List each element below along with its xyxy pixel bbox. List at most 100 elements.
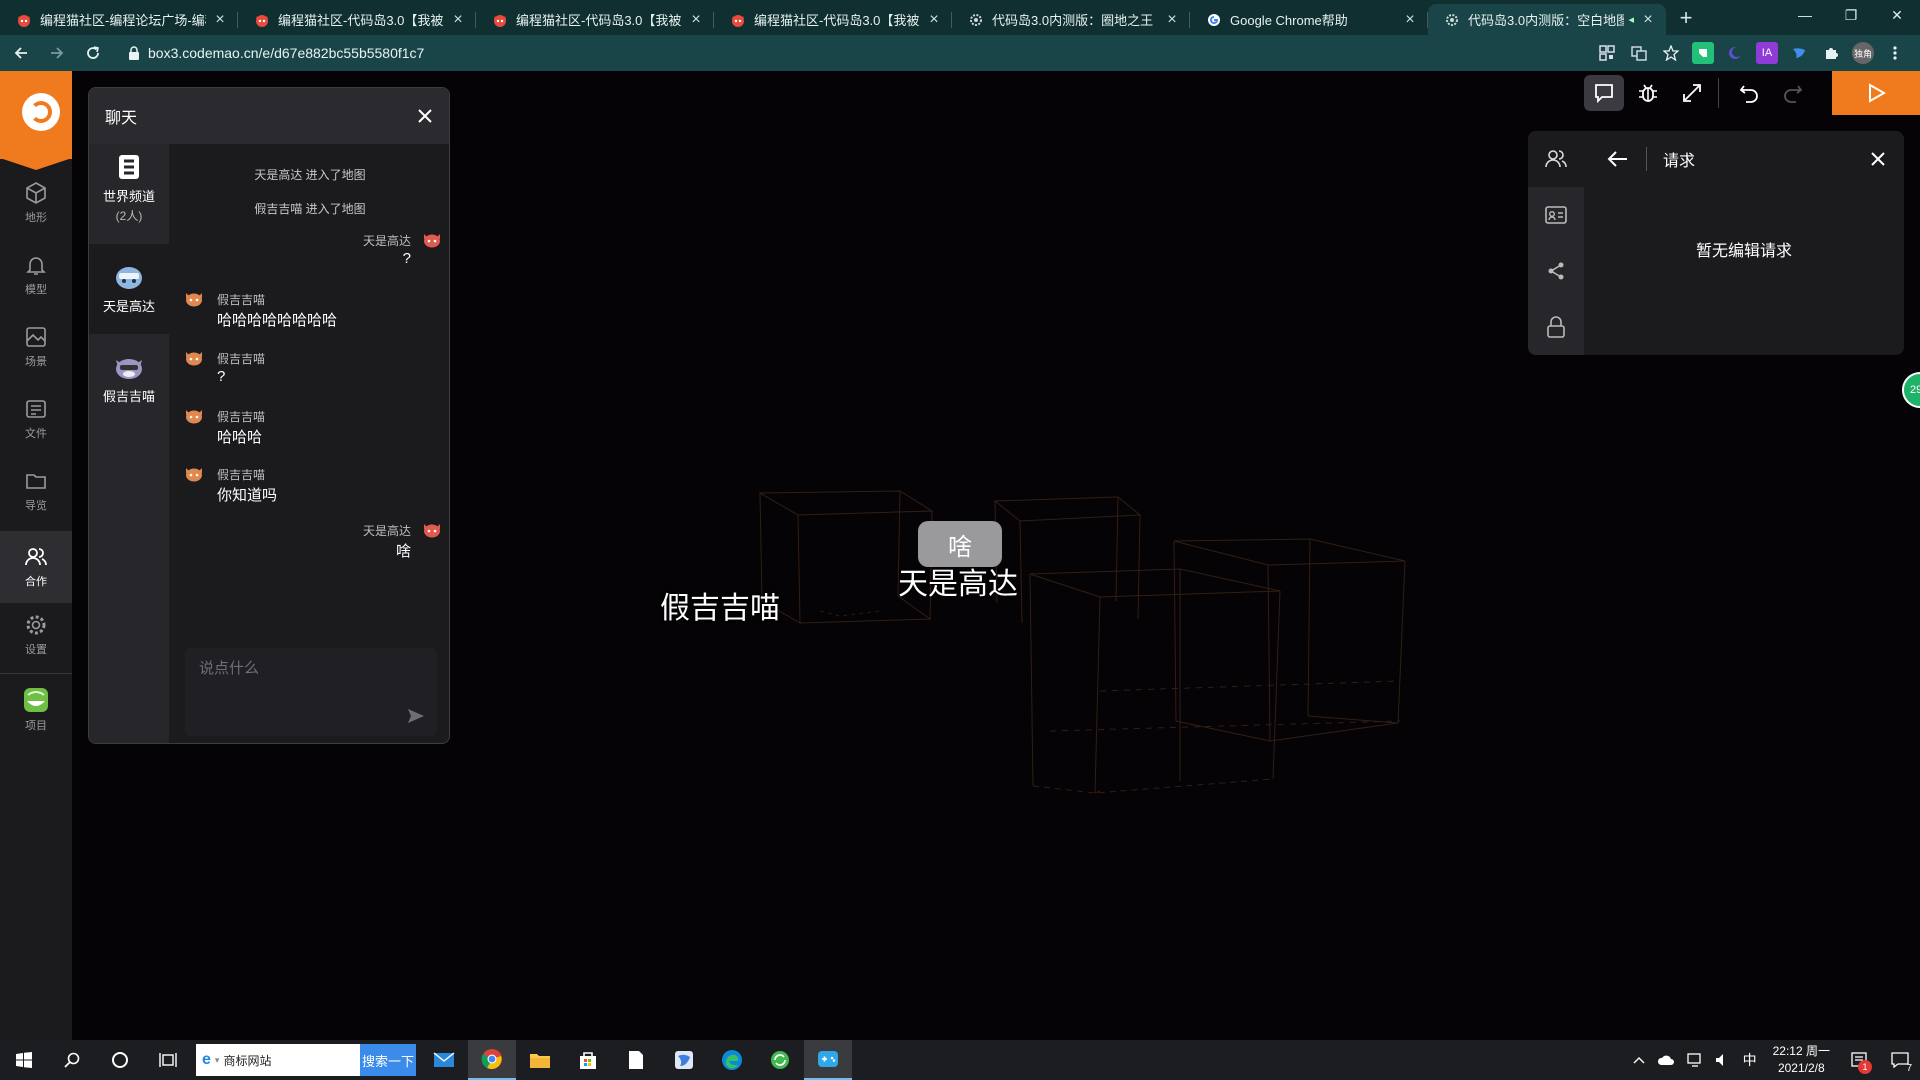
network-icon[interactable] [1686,1053,1703,1067]
browser-tab[interactable]: 编程猫社区-代码岛3.0【我被盗号 × [476,4,714,35]
browser-tab[interactable]: Google Chrome帮助 × [1190,4,1428,35]
profile-avatar[interactable]: 独角 [1852,42,1874,64]
file-list-icon [26,400,46,418]
address-bar[interactable]: box3.codemao.cn/e/d67e882bc55b5580f1c7 [118,39,1238,67]
restore-button[interactable]: ❐ [1828,0,1874,30]
fullscreen-button[interactable] [1672,75,1712,111]
bird-extension-icon[interactable] [1788,42,1810,64]
request-tab[interactable] [1528,187,1584,243]
window-close-button[interactable]: ✕ [1874,0,1920,30]
translate-icon[interactable] [1628,42,1650,64]
chat-input-box[interactable] [185,648,437,736]
cloud-icon[interactable] [1657,1054,1675,1066]
sidebar-item-model[interactable]: 模型 [0,243,72,307]
taskbar-app-edge[interactable] [708,1040,756,1080]
cortana-button[interactable] [96,1040,144,1080]
taskbar-app-bird[interactable] [660,1040,708,1080]
close-icon[interactable]: × [1402,11,1418,28]
sidebar-item-collaborate[interactable]: 合作 [0,531,72,603]
browser-tab[interactable]: 代码岛3.0内测版：圈地之王【幻 × [952,4,1190,35]
sidebar-item-files[interactable]: 文件 [0,387,72,451]
channel-user[interactable]: 假吉吉喵 [89,334,169,424]
close-icon[interactable]: × [926,11,942,28]
taskbar-app-green[interactable] [756,1040,804,1080]
taskbar-app-game[interactable] [804,1040,852,1080]
moon-extension-icon[interactable] [1724,42,1746,64]
back-arrow-icon[interactable] [1606,150,1628,168]
ime-indicator[interactable]: 中 [1743,1050,1757,1070]
minimize-button[interactable]: — [1782,0,1828,30]
chat-toggle-button[interactable] [1584,75,1624,111]
chat-bubble-icon [1595,84,1613,104]
gear-icon [26,615,46,635]
sidebar-item-label: 合作 [25,576,47,588]
close-icon[interactable]: × [1640,11,1656,28]
reload-button[interactable] [78,38,108,68]
more-menu-icon[interactable] [1884,42,1906,64]
browser-tab[interactable]: 编程猫社区-代码岛3.0【我被盗号 × [714,4,952,35]
toolbar-divider [1718,78,1719,108]
sidebar-item-terrain[interactable]: 地形 [0,171,72,235]
extension-green-icon[interactable] [1692,42,1714,64]
sidebar-item-project[interactable]: 项目 [0,675,72,745]
chevron-up-icon[interactable] [1633,1056,1645,1064]
close-icon[interactable]: × [1164,11,1180,28]
notification-count: 7 [1906,1063,1912,1074]
browser-tab[interactable]: 编程猫社区-编程论坛广场-编程猫 × [0,4,238,35]
speaker-icon[interactable]: ◂ [1628,13,1634,26]
taskbar-app-badge[interactable]: 1 [1840,1040,1880,1080]
close-icon[interactable] [417,108,433,124]
close-icon[interactable]: × [450,11,466,28]
cube-icon [26,182,46,204]
taskbar-app-chrome[interactable] [468,1040,516,1080]
chat-title: 聊天 [105,110,138,127]
new-tab-button[interactable]: + [1672,5,1700,33]
search-button[interactable] [48,1040,96,1080]
browser-tab-active[interactable]: 代码岛3.0内测版：空白地图 ◂ × [1428,4,1666,35]
speaker-icon[interactable] [1715,1053,1731,1067]
taskbar-app-mail[interactable] [420,1040,468,1080]
close-icon[interactable]: × [212,11,228,28]
edge-icon [722,1050,742,1070]
taskbar-app-store[interactable] [564,1040,612,1080]
lock-tab[interactable] [1528,299,1584,355]
sidebar-item-scene[interactable]: 场景 [0,315,72,379]
back-button[interactable] [6,38,36,68]
taskbar-app-explorer[interactable] [516,1040,564,1080]
undo-button[interactable] [1729,75,1769,111]
redo-button[interactable] [1773,75,1813,111]
tab-title: 编程猫社区-代码岛3.0【我被盗号 [278,13,444,28]
taskbar-search-box[interactable]: e ▾ 商标网站 [196,1044,360,1076]
forward-button[interactable] [42,38,72,68]
cat-icon [16,12,32,28]
members-tab[interactable] [1528,131,1584,187]
lock-icon [128,46,140,60]
close-icon[interactable]: × [688,11,704,28]
tab-title: 编程猫社区-代码岛3.0【我被盗号 [754,13,920,28]
task-view-button[interactable] [144,1040,192,1080]
debug-button[interactable] [1628,75,1668,111]
share-tab[interactable] [1528,243,1584,299]
run-button[interactable] [1832,71,1920,115]
close-icon[interactable] [1870,151,1886,167]
browser-toolbar: box3.codemao.cn/e/d67e882bc55b5580f1c7 I… [0,35,1920,71]
channel-world[interactable]: 世界频道 (2人) [89,144,169,234]
notification-center-button[interactable]: 7 [1880,1040,1920,1080]
chat-input[interactable] [199,660,399,677]
star-icon[interactable] [1660,42,1682,64]
channel-user[interactable]: 天是高达 [89,244,169,334]
sidebar-item-guide[interactable]: 导览 [0,459,72,523]
send-icon[interactable] [407,708,425,724]
app-logo[interactable] [0,71,72,170]
qr-code-icon[interactable] [1596,42,1618,64]
browser-tab[interactable]: 编程猫社区-代码岛3.0【我被盗号 × [238,4,476,35]
avatar [186,293,202,307]
ia-extension-icon[interactable]: IA [1756,42,1778,64]
sidebar-item-settings[interactable]: 设置 [0,603,72,667]
message-author: 天是高达 [362,524,411,538]
clock[interactable]: 22:12 周一 2021/2/8 [1773,1043,1830,1077]
start-button[interactable] [0,1040,48,1080]
puzzle-icon[interactable] [1820,42,1842,64]
taskbar-app-notepad[interactable] [612,1040,660,1080]
taskbar-search-button[interactable]: 搜索一下 [360,1044,416,1076]
